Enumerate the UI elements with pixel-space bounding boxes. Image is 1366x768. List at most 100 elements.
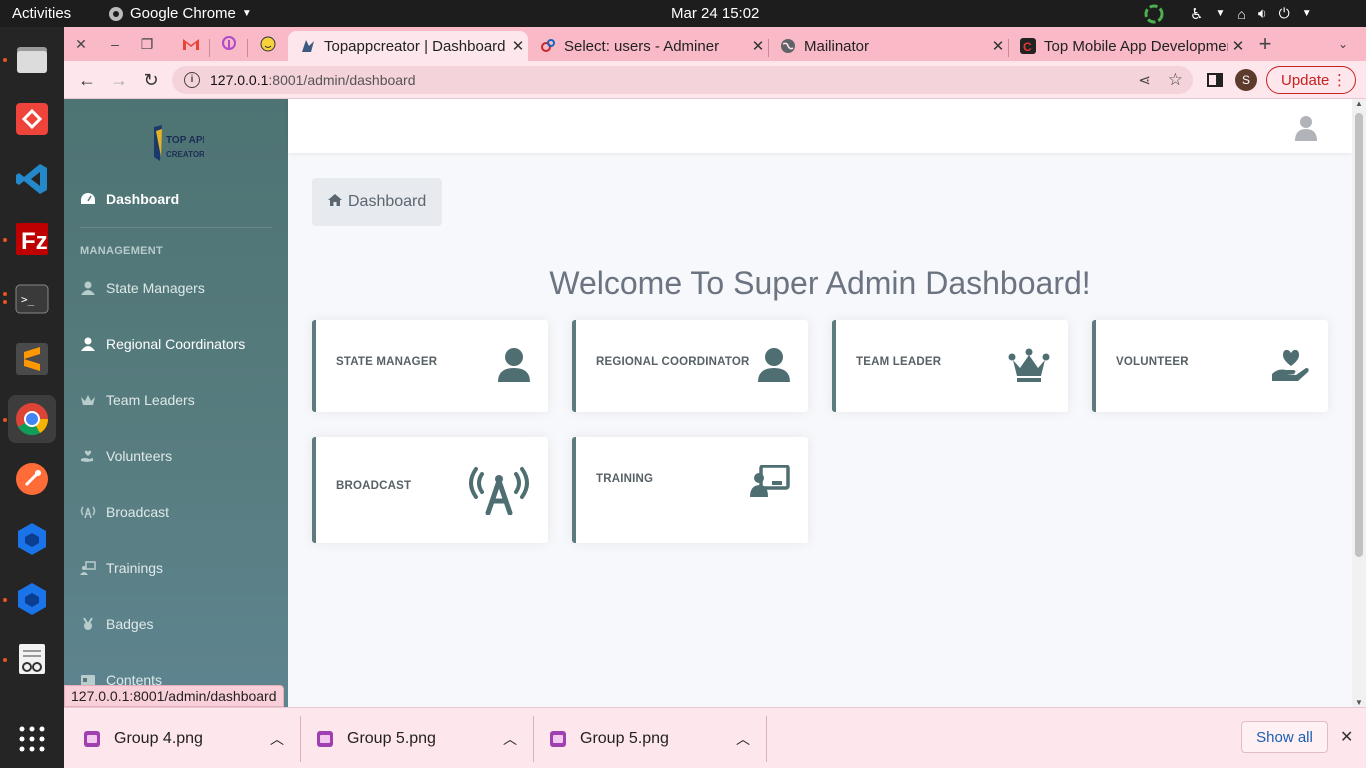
download-item[interactable]: Group 4.png ︿ [84, 716, 284, 762]
close-tab-icon[interactable]: ✕ [508, 37, 528, 55]
filezilla-icon[interactable]: Fz [8, 215, 56, 263]
volume-icon[interactable]: 🔉︎ [1258, 5, 1267, 22]
crown-icon [1008, 348, 1050, 382]
show-all-downloads-button[interactable]: Show all [1241, 721, 1328, 753]
text-editor-icon[interactable] [8, 635, 56, 683]
close-download-shelf-icon[interactable]: ✕ [1340, 727, 1353, 747]
gauge-icon [80, 191, 96, 207]
files-icon[interactable] [8, 35, 56, 83]
power-icon[interactable]: ⏻ [1279, 5, 1290, 22]
mongodb-compass-icon[interactable] [8, 575, 56, 623]
card-label: STATE MANAGER [336, 356, 438, 368]
sidebar-item-team-leaders[interactable]: Team Leaders [80, 388, 195, 412]
restore-window-icon[interactable]: ❐ [138, 35, 156, 53]
gmail-pinned-tab[interactable] [182, 35, 200, 53]
card-broadcast[interactable]: BROADCAST [312, 437, 548, 543]
kebab-menu-icon[interactable]: ⋮ [1332, 71, 1347, 89]
activities-button[interactable]: Activities [12, 0, 71, 27]
new-tab-icon[interactable]: + [1256, 31, 1274, 56]
tab-adminer[interactable]: Select: users - Adminer ✕ [528, 31, 768, 61]
profile-initial: S [1235, 69, 1257, 91]
running-indicator [3, 658, 7, 662]
card-label: TEAM LEADER [856, 356, 942, 368]
app-menu[interactable]: Google Chrome ▼ [108, 0, 252, 27]
reload-icon[interactable]: ↻ [140, 69, 162, 91]
tab-top-mobile-app[interactable]: C Top Mobile App Development ✕ [1008, 31, 1248, 61]
scroll-up-icon[interactable]: ▲ [1355, 99, 1363, 108]
close-tab-icon[interactable]: ✕ [1228, 37, 1248, 55]
forward-icon[interactable]: → [108, 69, 130, 91]
sidebar-item-volunteers[interactable]: Volunteers [80, 444, 172, 468]
system-tray[interactable]: ♿︎ ▼ ⌂ 🔉︎ ⏻ ▼ [1190, 0, 1312, 27]
sidebar-item-trainings[interactable]: Trainings [80, 556, 163, 580]
chevron-up-icon[interactable]: ︿ [736, 729, 750, 749]
chevron-up-icon[interactable]: ︿ [270, 729, 284, 749]
vscode-icon[interactable] [8, 155, 56, 203]
accessibility-icon[interactable]: ♿︎ [1190, 5, 1203, 23]
close-window-icon[interactable]: ✕ [72, 35, 90, 53]
download-filename: Group 5.png [580, 730, 669, 747]
card-training[interactable]: TRAINING [572, 437, 808, 543]
site-info-icon[interactable]: i [184, 72, 200, 88]
download-shelf: Group 4.png ︿ Group 5.png ︿ Group 5.png … [64, 707, 1366, 768]
user-avatar-icon[interactable] [1294, 115, 1318, 141]
update-button[interactable]: Update ⋮ [1266, 66, 1356, 94]
sidebar-item-broadcast[interactable]: Broadcast [80, 500, 169, 524]
anydesk-icon[interactable] [8, 95, 56, 143]
card-volunteer[interactable]: VOLUNTEER [1092, 320, 1328, 412]
chevron-up-icon[interactable]: ︿ [503, 729, 517, 749]
tab-dashboard[interactable]: Topappcreator | Dashboard ✕ [288, 31, 528, 61]
tab-title: Mailinator [804, 37, 870, 55]
sidebar-item-badges[interactable]: Badges [80, 612, 153, 636]
download-item[interactable]: Group 5.png ︿ [550, 716, 750, 762]
medal-icon [80, 616, 96, 632]
card-state-manager[interactable]: STATE MANAGER [312, 320, 548, 412]
scroll-down-icon[interactable]: ▼ [1355, 698, 1363, 707]
tab-mailinator[interactable]: Mailinator ✕ [768, 31, 1008, 61]
side-panel-icon[interactable] [1204, 69, 1226, 91]
network-icon[interactable]: ⌂ [1237, 6, 1245, 22]
chrome-small-icon [109, 6, 123, 21]
download-item[interactable]: Group 5.png ︿ [317, 716, 517, 762]
profile-avatar[interactable]: S [1235, 69, 1257, 91]
pinned-tab-3[interactable] [259, 35, 277, 53]
recycle-tray-icon[interactable] [1144, 0, 1164, 27]
address-bar[interactable]: i 127.0.0.1:8001/admin/dashboard ⋖ ☆ [172, 66, 1193, 94]
scrollbar-thumb[interactable] [1355, 113, 1363, 557]
running-indicator [3, 58, 7, 62]
share-icon[interactable]: ⋖ [1138, 71, 1151, 89]
back-icon[interactable]: ← [76, 69, 98, 91]
minimize-window-icon[interactable]: – [106, 35, 124, 53]
chalkboard-user-icon [80, 560, 96, 576]
adminer-favicon-icon [540, 38, 556, 54]
breadcrumb[interactable]: Dashboard [312, 178, 442, 226]
postman-icon[interactable] [8, 455, 56, 503]
mongodb-compass-icon[interactable] [8, 515, 56, 563]
sidebar-item-state-managers[interactable]: State Managers [80, 276, 205, 300]
show-applications-icon[interactable] [8, 715, 56, 763]
google-chrome-icon[interactable] [8, 395, 56, 443]
tab-title: Select: users - Adminer [564, 37, 720, 55]
close-tab-icon[interactable]: ✕ [988, 37, 1008, 55]
close-tab-icon[interactable]: ✕ [748, 37, 768, 55]
tab-search-icon[interactable]: ⌄ [1334, 35, 1352, 53]
top-app-creators-logo[interactable]: TOP APP CREATORS [148, 117, 204, 173]
tab-favicon-icon [300, 38, 316, 54]
sublime-text-icon[interactable] [8, 335, 56, 383]
clock[interactable]: Mar 24 15:02 [671, 0, 759, 27]
tab-title: Topappcreator | Dashboard [324, 37, 506, 55]
page-scrollbar[interactable]: ▲ ▼ [1352, 99, 1366, 707]
sidebar-item-regional-coordinators[interactable]: Regional Coordinators [80, 332, 245, 356]
chalkboard-user-icon [750, 465, 790, 497]
user-icon [498, 348, 530, 382]
card-team-leader[interactable]: TEAM LEADER [832, 320, 1068, 412]
chevron-down-icon: ▼ [1215, 8, 1226, 19]
sidebar-item-label: Volunteers [106, 448, 173, 464]
pinned-tab-2[interactable] [220, 35, 238, 53]
breadcrumb-label: Dashboard [348, 193, 427, 210]
card-regional-coordinator[interactable]: REGIONAL COORDINATOR [572, 320, 808, 412]
terminal-icon[interactable]: >_ [8, 275, 56, 323]
dock: Fz >_ [0, 27, 64, 768]
sidebar-item-dashboard[interactable]: Dashboard [80, 187, 179, 211]
bookmark-star-icon[interactable]: ☆ [1168, 70, 1183, 90]
